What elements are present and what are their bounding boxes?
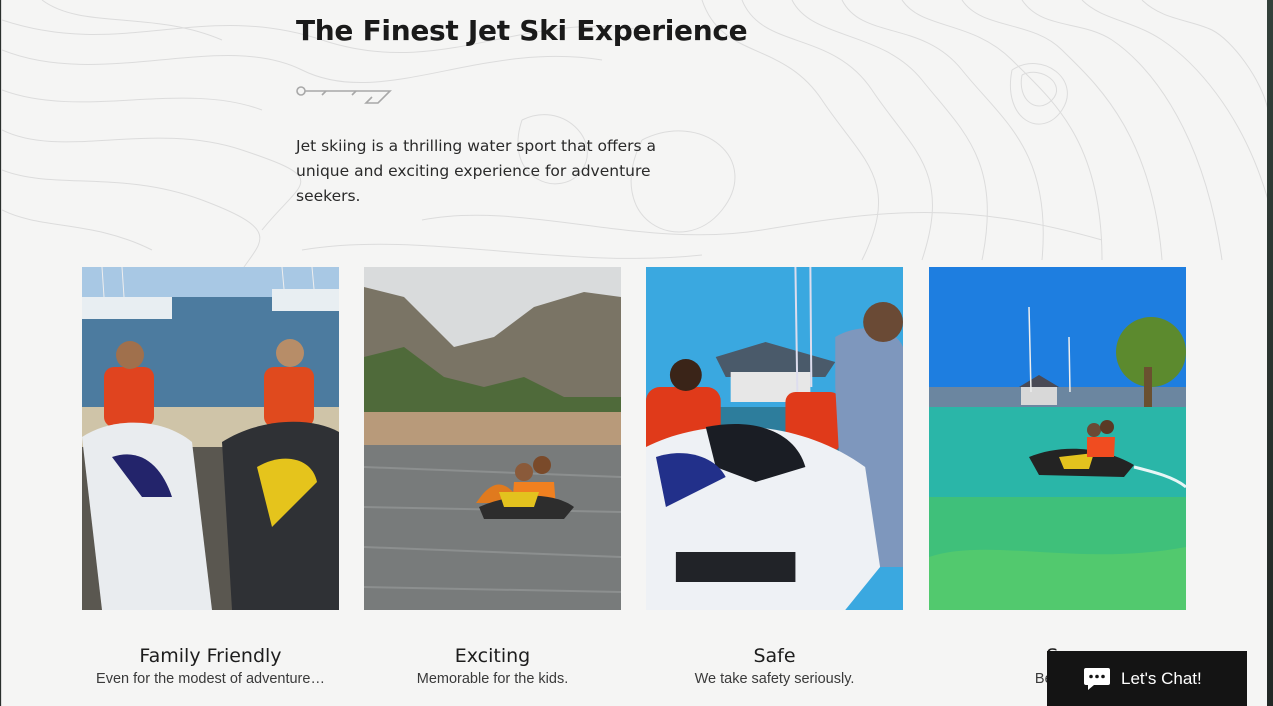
feature-description: Memorable for the kids. [416, 671, 569, 687]
feature-title: Family Friendly [139, 645, 282, 667]
lets-chat-button[interactable]: Let's Chat! [1047, 651, 1247, 706]
browser-edge [1267, 0, 1273, 706]
feature-description: Even for the modest of adventure… [96, 671, 325, 687]
key-divider-icon [296, 86, 392, 104]
chat-bubble-icon [1084, 667, 1110, 690]
section-title: The Finest Jet Ski Experience [296, 14, 748, 47]
section-intro: Jet skiing is a thrilling water sport th… [296, 137, 657, 205]
feature-title: Exciting [454, 645, 531, 667]
chat-label: Let's Chat! [1121, 668, 1202, 688]
feature-photo [82, 267, 339, 610]
feature-title: Safe [753, 645, 796, 667]
feature-photo [929, 267, 1186, 610]
page: The Finest Jet Ski Experience Jet skiing… [1, 0, 1267, 706]
feature-photo [364, 267, 621, 610]
feature-photo [646, 267, 903, 610]
feature-description: We take safety seriously. [694, 671, 855, 687]
